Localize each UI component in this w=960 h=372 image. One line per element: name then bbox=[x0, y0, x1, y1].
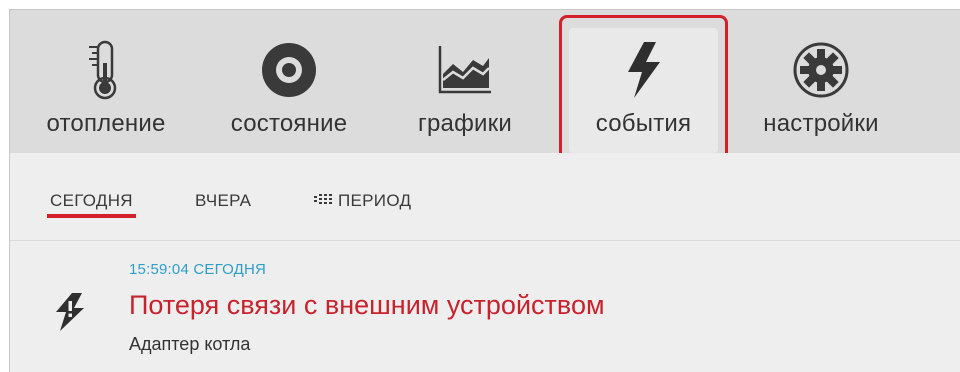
tab-today[interactable]: СЕГОДНЯ bbox=[47, 191, 136, 218]
event-time: 15:59:04 СЕГОДНЯ bbox=[129, 261, 267, 278]
status-target-icon bbox=[259, 40, 319, 100]
nav-label-charts: графики bbox=[418, 110, 512, 137]
top-navigation: отопление состояние графики события наст… bbox=[10, 10, 960, 153]
nav-label-settings: настройки bbox=[763, 110, 879, 137]
lightning-warning-icon bbox=[52, 292, 88, 332]
nav-label-events: события bbox=[595, 110, 692, 137]
nav-item-status[interactable]: состояние bbox=[226, 10, 352, 153]
nav-label-heating: отопление bbox=[46, 110, 166, 137]
nav-item-charts[interactable]: графики bbox=[415, 10, 515, 153]
tab-yesterday-label: ВЧЕРА bbox=[195, 191, 252, 210]
nav-label-status: состояние bbox=[230, 110, 348, 137]
grid-icon bbox=[314, 191, 332, 211]
nav-item-heating[interactable]: отопление bbox=[43, 10, 169, 153]
lightning-icon bbox=[614, 40, 674, 100]
tab-today-label: СЕГОДНЯ bbox=[50, 191, 133, 210]
tab-period[interactable]: ПЕРИОД bbox=[314, 191, 411, 211]
tab-yesterday[interactable]: ВЧЕРА bbox=[195, 191, 251, 211]
tab-period-label: ПЕРИОД bbox=[338, 191, 412, 210]
nav-item-events[interactable]: события bbox=[569, 28, 718, 153]
chart-icon bbox=[435, 40, 495, 100]
nav-item-settings[interactable]: настройки bbox=[756, 10, 886, 153]
event-item[interactable]: 15:59:04 СЕГОДНЯ Потеря связи с внешним … bbox=[10, 242, 960, 372]
app-window: отопление состояние графики события наст… bbox=[9, 9, 960, 372]
thermometer-icon bbox=[76, 40, 136, 100]
event-subtitle: Адаптер котла bbox=[129, 334, 251, 354]
event-title: Потеря связи с внешним устройством bbox=[129, 290, 605, 320]
gear-icon bbox=[791, 40, 851, 100]
period-tabs: СЕГОДНЯ ВЧЕРА ПЕРИОД bbox=[10, 153, 960, 241]
